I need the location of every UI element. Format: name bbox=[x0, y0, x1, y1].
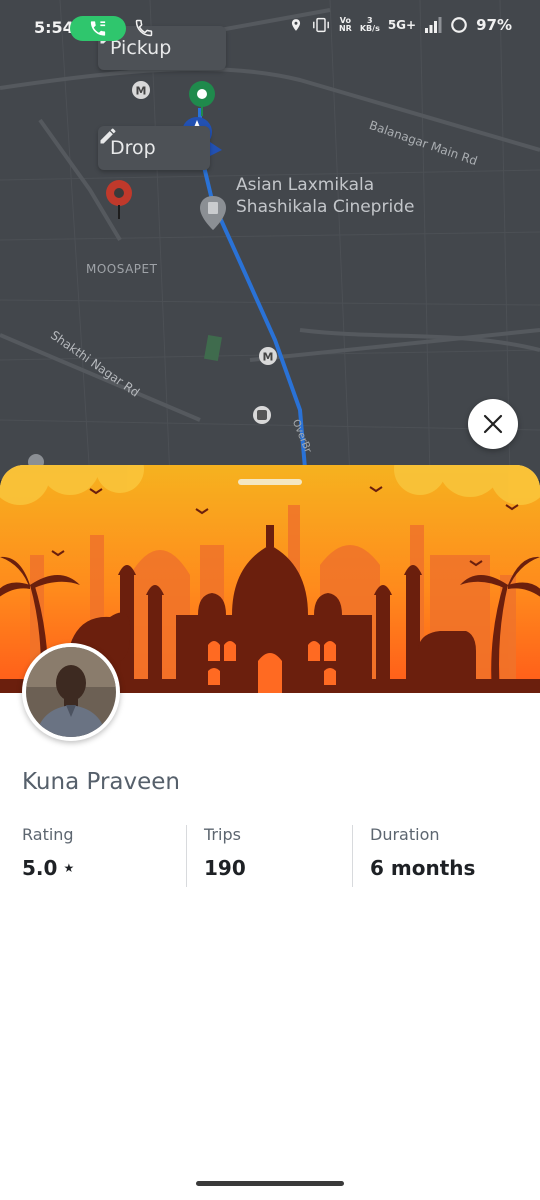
star-icon: ★ bbox=[63, 861, 75, 875]
vibrate-icon bbox=[313, 17, 329, 33]
network-speed: 3 KB/s bbox=[359, 16, 380, 33]
phone-icon bbox=[135, 19, 153, 37]
signal-strength-icon bbox=[425, 17, 442, 33]
drag-handle[interactable] bbox=[238, 479, 302, 485]
driver-details-sheet: Kuna Praveen Rating 5.0 ★ Trips 190 Dura… bbox=[0, 465, 540, 1200]
status-time: 5:54 bbox=[34, 18, 74, 37]
duration-value: 6 months bbox=[370, 856, 476, 880]
location-icon bbox=[291, 19, 301, 31]
metro-marker: M bbox=[132, 81, 150, 99]
trips-value: 190 bbox=[204, 856, 246, 880]
svg-text:M: M bbox=[136, 85, 147, 98]
divider bbox=[186, 825, 187, 887]
ongoing-call-pill[interactable] bbox=[70, 16, 126, 41]
volte-indicator: Vo NR bbox=[338, 16, 352, 33]
map-canvas[interactable]: M M bbox=[0, 0, 540, 480]
svg-text:M: M bbox=[263, 351, 274, 364]
stat-duration: Duration 6 months bbox=[370, 825, 475, 880]
drop-label: Drop bbox=[110, 137, 156, 159]
home-indicator[interactable] bbox=[196, 1181, 344, 1186]
metro-marker: M bbox=[259, 347, 277, 365]
close-icon bbox=[483, 414, 503, 434]
map-view[interactable]: M M Asian Laxmikala Shashikala Cinepride… bbox=[0, 0, 540, 480]
divider bbox=[352, 825, 353, 887]
battery-level: 97% bbox=[476, 16, 512, 34]
drop-pin bbox=[106, 180, 132, 219]
close-button[interactable] bbox=[468, 399, 518, 449]
stat-label: Duration bbox=[370, 825, 440, 844]
battery-ring-icon bbox=[451, 17, 467, 33]
pickup-pin bbox=[189, 81, 215, 116]
driver-name: Kuna Praveen bbox=[22, 769, 181, 795]
driver-photo bbox=[26, 647, 116, 737]
status-bar: 5:54 Vo NR 3 KB/s 5G+ 97% bbox=[0, 0, 540, 56]
stat-trips: Trips 190 bbox=[204, 825, 246, 880]
stat-rating: Rating 5.0 ★ bbox=[22, 825, 74, 880]
place-label-cinema[interactable]: Asian Laxmikala Shashikala Cinepride bbox=[236, 174, 414, 218]
area-label: MOOSAPET bbox=[86, 262, 158, 276]
phone-call-icon bbox=[90, 21, 106, 36]
rating-value: 5.0 bbox=[22, 856, 58, 880]
stat-label: Trips bbox=[204, 825, 241, 844]
edit-pencil-icon[interactable] bbox=[98, 126, 118, 146]
stat-label: Rating bbox=[22, 825, 74, 844]
network-type: 5G+ bbox=[387, 18, 417, 32]
drop-chip[interactable]: Drop bbox=[98, 126, 210, 170]
driver-avatar bbox=[22, 643, 120, 741]
